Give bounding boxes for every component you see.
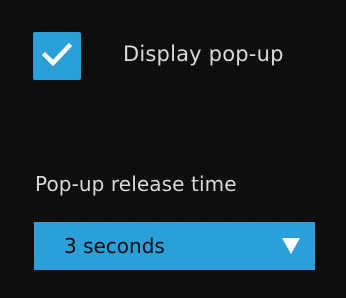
popup-release-time-value: 3 seconds <box>64 234 165 258</box>
popup-settings-panel: Display pop-up Pop-up release time 3 sec… <box>0 0 346 298</box>
display-popup-label[interactable]: Display pop-up <box>123 42 284 66</box>
checkmark-icon <box>42 42 72 67</box>
popup-release-time-label: Pop-up release time <box>35 172 237 196</box>
triangle-down-icon <box>282 238 300 254</box>
popup-release-time-dropdown[interactable]: 3 seconds <box>34 222 315 270</box>
display-popup-checkbox[interactable] <box>33 32 81 80</box>
